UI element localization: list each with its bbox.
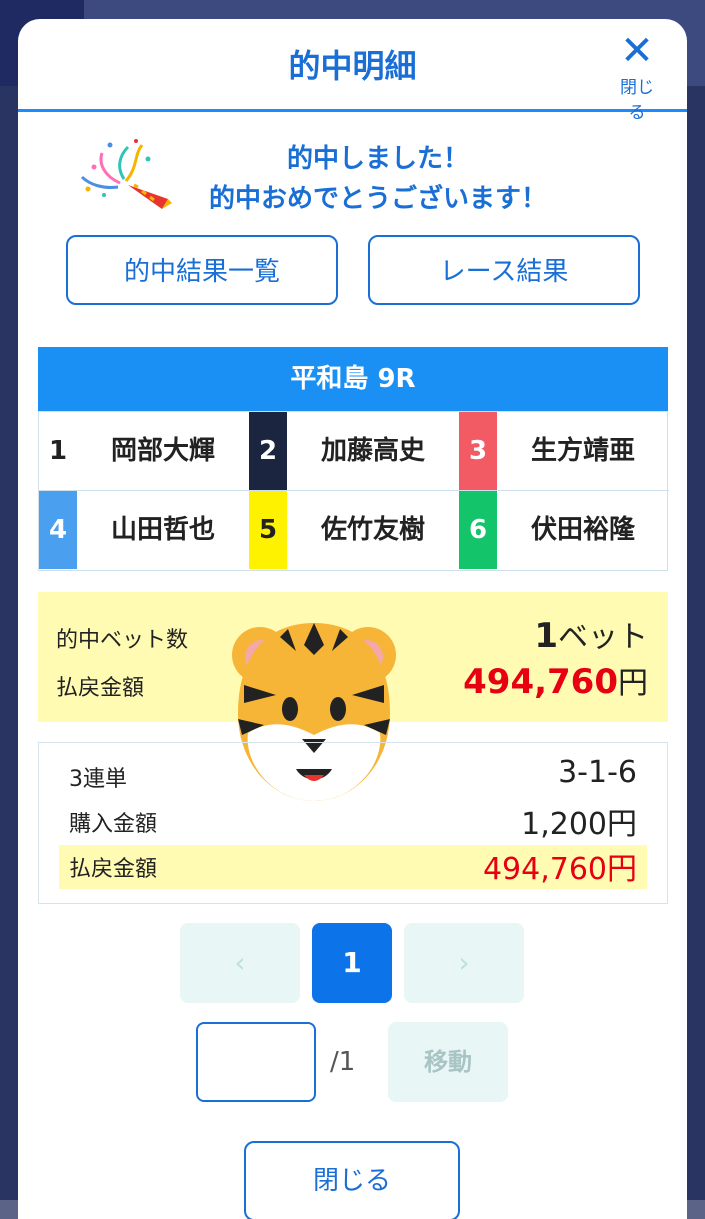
rider-table: 1 岡部大輝 2 加藤高史 3 生方靖亜 4 山田哲也 5 佐竹友樹 6 伏田裕… [38,411,669,571]
rider-cell: 5 佐竹友樹 [249,491,459,570]
background-edge-left [0,86,18,1200]
congrats-line1: 的中しました！ [286,144,469,174]
race-title: 平和島 9R [38,347,668,411]
party-popper-icon [80,139,172,209]
current-page-button[interactable]: 1 [312,923,392,1003]
bet-detail: 3連単 3-1-6 購入金額 1,200円 払戻金額 494,760円 [38,742,668,904]
close-icon: ✕ [620,28,654,74]
detail-payout-label: 払戻金額 [69,857,158,882]
race-result-button[interactable]: レース結果 [368,235,640,305]
move-page-button[interactable]: 移動 [388,1022,508,1102]
rider-name: 佐竹友樹 [320,515,425,545]
rider-number: 1 [39,412,77,490]
rider-name: 加藤高史 [320,436,425,466]
next-page-button[interactable]: › [404,923,524,1003]
payout-unit: 円 [618,666,648,701]
rider-name: 岡部大輝 [110,436,215,466]
purchase-value: 1,200円 [521,807,637,842]
rider-number: 3 [459,412,497,490]
bet-combination: 3-1-6 [558,755,637,790]
payout-label: 払戻金額 [56,676,145,701]
close-icon-label: 閉じる [620,78,654,123]
rider-name: 山田哲也 [110,515,215,545]
rider-number: 2 [249,412,287,490]
bet-count-label: 的中ベット数 [56,628,189,653]
rider-name: 伏田裕隆 [530,515,635,545]
congrats-line2: 的中おめでとうございます！ [208,184,547,214]
rider-name: 生方靖亜 [530,436,635,466]
rider-cell: 2 加藤高史 [249,412,459,491]
background-edge-right [687,86,705,1200]
rider-number: 6 [459,491,497,569]
payout-value: 494,760円 [463,658,648,702]
hit-result-list-button[interactable]: 的中結果一覧 [66,235,338,305]
congrats-message: 的中しました！ 的中おめでとうございます！ [18,137,687,217]
rider-cell: 3 生方靖亜 [459,412,669,491]
rider-number: 5 [249,491,287,569]
payout-number: 494,760 [463,662,618,702]
hit-detail-modal: 的中明細 ✕ 閉じる 的中しました！ 的中おめでとうございます！ 的中結果一覧 [18,19,687,1219]
close-button[interactable]: 閉じる [244,1141,460,1219]
page-number-input[interactable] [196,1022,316,1102]
bet-count-value: 1ベット [534,612,648,656]
congrats-text: 的中しました！ 的中おめでとうございます！ [168,139,588,219]
rider-cell: 1 岡部大輝 [39,412,249,491]
page-total: /1 [330,1047,356,1077]
purchase-label: 購入金額 [69,812,158,837]
bet-count-number: 1 [534,616,558,656]
modal-title: 的中明細 [288,47,417,85]
close-icon-button[interactable]: ✕ 閉じる [613,28,661,123]
prev-page-button[interactable]: ‹ [180,923,300,1003]
rider-cell: 4 山田哲也 [39,491,249,570]
bet-type-label: 3連単 [69,767,127,792]
rider-number: 4 [39,491,77,569]
modal-header: 的中明細 ✕ 閉じる [18,19,687,123]
bet-count-unit: ベット [558,620,648,655]
rider-cell: 6 伏田裕隆 [459,491,669,570]
detail-payout-value: 494,760円 [482,852,637,887]
